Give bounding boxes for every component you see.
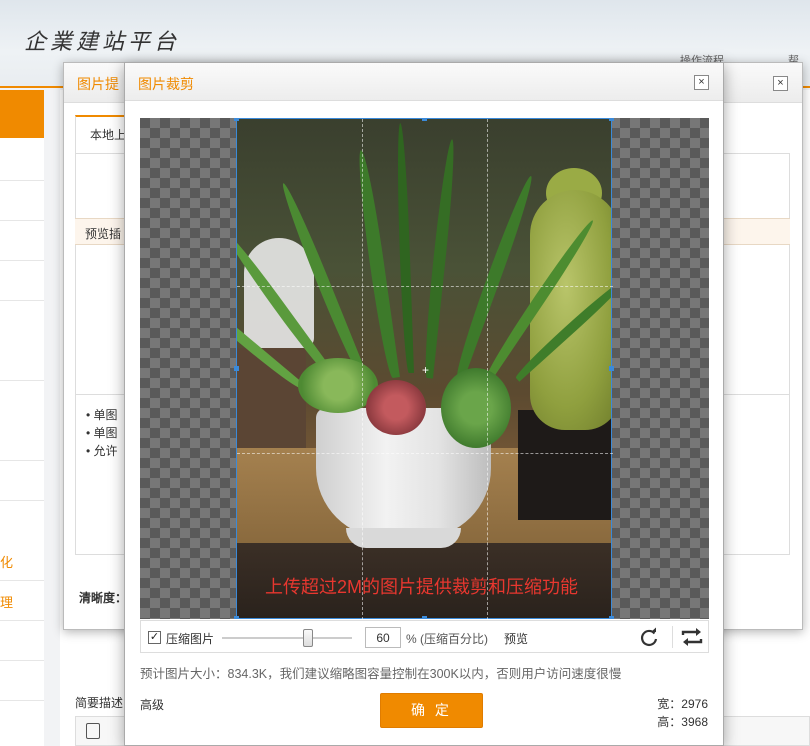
compress-label[interactable]: 压缩图片 <box>166 630 214 647</box>
sidebar-item-active[interactable] <box>0 90 44 138</box>
preview-button[interactable]: 预览 <box>504 630 528 647</box>
crop-grid-line <box>362 119 363 619</box>
sidebar-item-label[interactable]: 理 <box>0 592 13 611</box>
flip-icon[interactable] <box>679 626 705 648</box>
description-label: 简要描述 <box>75 696 124 710</box>
rotate-icon[interactable] <box>638 626 660 648</box>
crop-handle-n[interactable] <box>422 118 427 121</box>
sidebar: 化 理 <box>0 90 44 746</box>
sidebar-divider <box>0 460 44 461</box>
compress-slider-thumb[interactable] <box>303 629 313 647</box>
sidebar-divider <box>0 700 44 701</box>
document-icon[interactable] <box>86 723 100 739</box>
crop-handle-w[interactable] <box>234 366 239 371</box>
crop-handle-s[interactable] <box>422 616 427 619</box>
crop-caption: 上传超过2M的图片提供裁剪和压缩功能 <box>265 577 579 597</box>
estimated-size-note: 预计图片大小：834.3K，我们建议缩略图容量控制在300K以内，否则用户访问速… <box>140 667 622 681</box>
crop-grid-line <box>487 119 488 619</box>
sidebar-item-label[interactable]: 化 <box>0 552 13 571</box>
compress-checkbox[interactable]: ✓ <box>148 631 161 644</box>
close-icon[interactable]: × <box>694 75 709 90</box>
clarity-label: 清晰度： <box>79 591 128 605</box>
sidebar-divider <box>0 260 44 261</box>
list-item: 允许 <box>86 442 118 460</box>
close-icon[interactable]: × <box>773 76 788 91</box>
dialog-title: 图片提 <box>77 76 119 92</box>
image-width: 宽：2976 <box>657 697 708 711</box>
sidebar-divider <box>0 620 44 621</box>
toolbar-separator <box>672 626 673 648</box>
app-logo: 企業建站平台 <box>24 30 181 55</box>
crop-handle-sw[interactable] <box>234 616 239 619</box>
image-crop-dialog: 图片裁剪 × + 上传超过2M的图片提供裁剪和压缩功能 ✓ 压缩图片 60 % … <box>124 62 724 746</box>
sidebar-divider <box>0 660 44 661</box>
crop-handle-e[interactable] <box>609 366 614 371</box>
sidebar-divider <box>0 500 44 501</box>
list-item: 单图 <box>86 424 118 442</box>
crop-grid-line <box>237 453 613 454</box>
crop-grid-line <box>237 286 613 287</box>
list-item: 单图 <box>86 406 118 424</box>
dialog-title: 图片裁剪 <box>138 76 194 92</box>
checkbox-check-icon: ✓ <box>149 631 160 643</box>
crop-selection[interactable]: + <box>234 118 614 619</box>
image-height: 高：3968 <box>657 715 708 729</box>
crop-handle-se[interactable] <box>609 616 614 619</box>
crop-canvas[interactable]: + 上传超过2M的图片提供裁剪和压缩功能 <box>140 118 709 619</box>
sidebar-divider <box>0 180 44 181</box>
compress-percent-label: % (压缩百分比) <box>406 632 488 646</box>
dialog-header: 图片裁剪 × <box>125 63 723 101</box>
sidebar-divider <box>0 300 44 301</box>
compress-slider[interactable] <box>222 637 352 639</box>
sidebar-divider <box>0 220 44 221</box>
sidebar-divider <box>0 380 44 381</box>
image-dimensions: 宽：2976 高：3968 <box>657 695 708 731</box>
sidebar-divider <box>0 580 44 581</box>
compress-percent-input[interactable]: 60 <box>365 627 401 648</box>
confirm-button[interactable]: 确 定 <box>380 693 483 728</box>
crop-handle-ne[interactable] <box>609 118 614 121</box>
advanced-link[interactable]: 高级 <box>140 696 164 713</box>
crop-controls: ✓ 压缩图片 60 % (压缩百分比) 预览 <box>140 620 709 653</box>
notes-list: 单图 单图 允许 <box>86 406 118 460</box>
crop-handle-nw[interactable] <box>234 118 239 121</box>
crop-center-icon: + <box>422 363 430 377</box>
